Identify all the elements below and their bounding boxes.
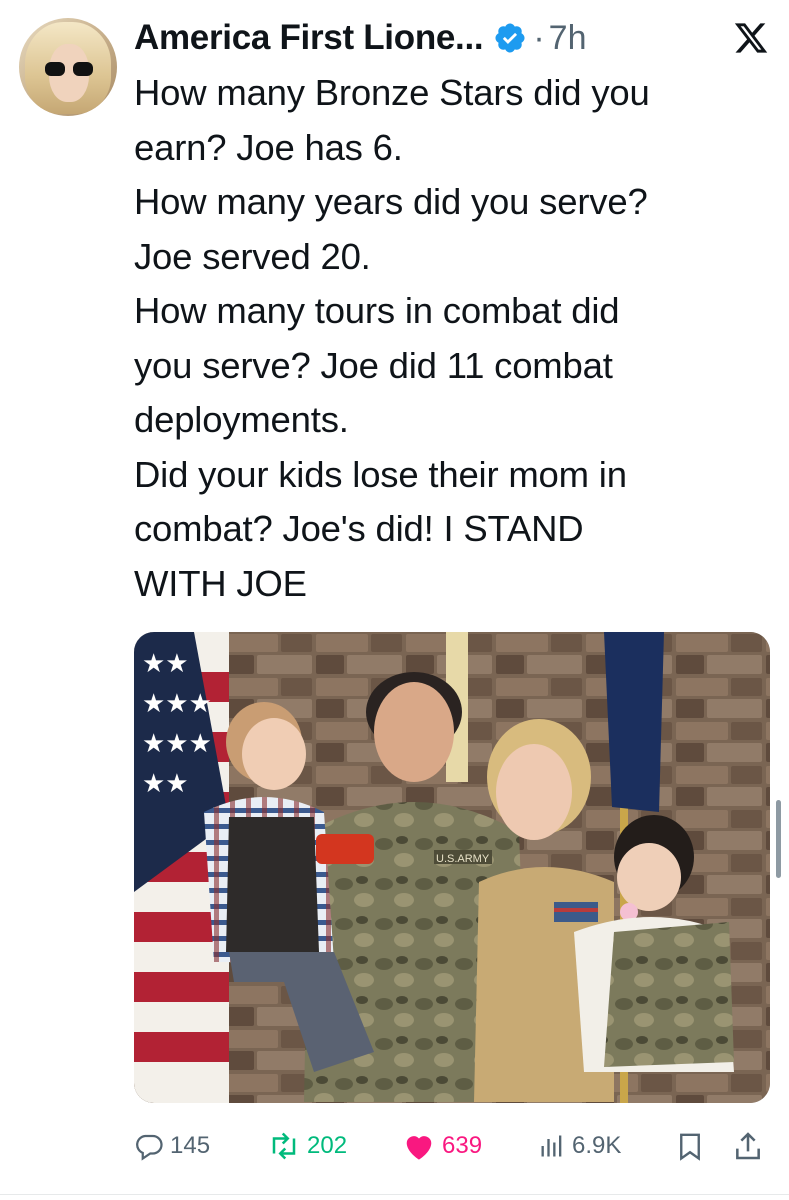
svg-text:★★★: ★★★ — [142, 688, 212, 718]
svg-text:★★: ★★ — [142, 648, 189, 678]
tweet-photo[interactable]: ★★ ★★★ ★★★ ★★ U.S.ARMY — [134, 632, 770, 1103]
header-separator: · — [533, 18, 545, 57]
share-icon — [736, 1132, 760, 1160]
svg-text:★★: ★★ — [142, 768, 189, 798]
svg-text:★★★: ★★★ — [142, 728, 212, 758]
tweet-actions: 145 202 639 6.9K — [134, 1118, 770, 1174]
share-button[interactable] — [732, 1126, 764, 1166]
bottom-divider — [0, 1194, 789, 1195]
views-button[interactable]: 6.9K — [538, 1126, 621, 1166]
views-icon — [541, 1135, 562, 1157]
tweet-header: America First Lione... · 7h — [134, 14, 587, 62]
timestamp[interactable]: 7h — [549, 19, 587, 58]
scrollbar-thumb[interactable] — [776, 800, 781, 878]
x-logo-icon[interactable] — [730, 20, 772, 56]
avatar[interactable] — [19, 18, 117, 116]
repost-count: 202 — [307, 1132, 348, 1159]
reply-icon — [136, 1134, 163, 1161]
like-count: 639 — [442, 1132, 483, 1159]
reply-count: 145 — [170, 1132, 211, 1159]
bookmark-button[interactable] — [675, 1126, 705, 1166]
like-button[interactable]: 639 — [402, 1126, 482, 1166]
reply-button[interactable]: 145 — [134, 1126, 210, 1166]
uniform-name-patch: U.S.ARMY — [436, 853, 490, 865]
avatar-sunglasses — [45, 62, 93, 76]
photo-illustration: ★★ ★★★ ★★★ ★★ U.S.ARMY — [134, 632, 770, 1103]
bookmark-icon — [680, 1133, 700, 1161]
author-display-name[interactable]: America First Lione... — [134, 18, 484, 58]
repost-button[interactable]: 202 — [267, 1126, 347, 1166]
heart-icon — [406, 1136, 432, 1160]
verified-badge-icon[interactable] — [493, 21, 527, 55]
views-count: 6.9K — [572, 1132, 622, 1159]
tweet-text: How many Bronze Stars did you earn? Joe … — [134, 72, 650, 604]
repost-icon — [272, 1132, 296, 1160]
